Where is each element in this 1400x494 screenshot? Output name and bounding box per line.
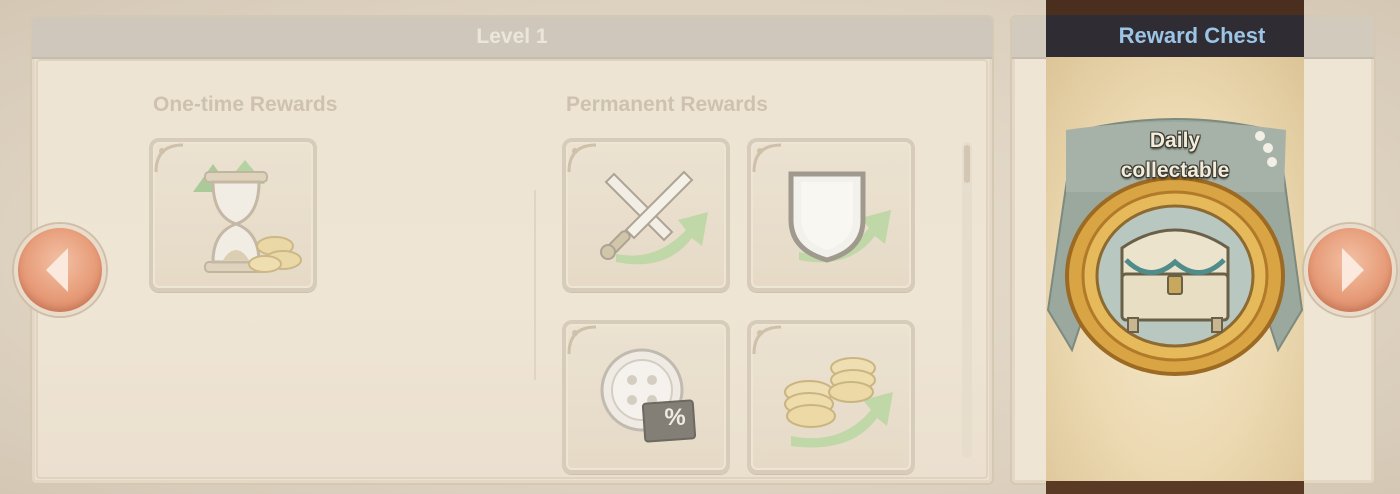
- previous-level-button[interactable]: [14, 224, 106, 316]
- permanent-reward-card[interactable]: [562, 138, 730, 292]
- discount-badge: %: [664, 404, 686, 431]
- next-level-button[interactable]: [1304, 224, 1396, 316]
- hourglass-coins-icon: [193, 160, 302, 273]
- chevron-left-icon: [46, 248, 68, 292]
- coin-boost-icon: [784, 357, 893, 448]
- defense-boost-icon: [788, 171, 891, 263]
- chest-frame-bottom: [1046, 481, 1304, 494]
- permanent-reward-card[interactable]: [747, 138, 915, 292]
- attack-boost-icon: [600, 170, 708, 265]
- rewards-scrollbar[interactable]: [962, 142, 972, 458]
- discount-coin-icon: [600, 348, 697, 443]
- permanent-rewards-title: Permanent Rewards: [566, 93, 768, 116]
- level-title: Level 1: [32, 17, 992, 59]
- section-divider: [534, 190, 536, 380]
- rewards-scrollbar-thumb[interactable]: [964, 145, 970, 183]
- one-time-rewards-title: One-time Rewards: [153, 93, 338, 116]
- permanent-reward-card[interactable]: %: [562, 320, 730, 474]
- one-time-reward-card[interactable]: [149, 138, 317, 292]
- permanent-reward-card[interactable]: [747, 320, 915, 474]
- reward-chest-title: Reward Chest: [1118, 23, 1266, 48]
- chevron-right-icon: [1342, 248, 1364, 292]
- daily-label-line2: collectable: [1120, 159, 1230, 182]
- daily-collectable-label: Daily collectable: [1100, 126, 1250, 186]
- daily-label-line1: Daily: [1149, 129, 1201, 152]
